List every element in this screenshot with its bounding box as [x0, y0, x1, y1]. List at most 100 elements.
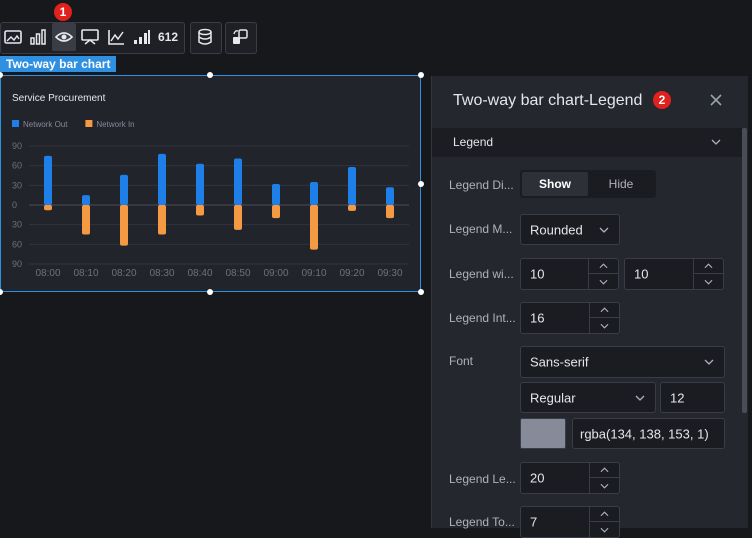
font-family-select[interactable]: Sans-serif [520, 346, 725, 378]
bar [196, 163, 204, 205]
x-tick-label: 08:10 [73, 268, 98, 279]
y-tick-label: 90 [12, 141, 22, 151]
legend-display-label: Legend Di... [449, 178, 514, 192]
x-tick-label: 09:10 [301, 268, 326, 279]
y-tick-label: 0 [12, 200, 17, 210]
bar [348, 205, 356, 211]
chevron-up-icon[interactable] [590, 507, 619, 522]
width-stepper-controls [588, 259, 618, 289]
bar [44, 155, 52, 205]
resize-handle-bottom-right[interactable] [418, 289, 424, 295]
x-tick-label: 08:30 [149, 268, 174, 279]
show-option[interactable]: Show [522, 172, 588, 196]
chevron-down-icon[interactable] [590, 318, 619, 333]
panel-scrollbar[interactable] [742, 128, 747, 413]
legend-left-stepper[interactable]: 20 [520, 462, 620, 494]
bar [272, 205, 280, 219]
y-tick-label: 30 [12, 220, 22, 230]
y-tick-label: 60 [12, 239, 22, 249]
chevron-up-icon[interactable] [590, 303, 619, 318]
resize-handle-bottom[interactable] [207, 289, 213, 295]
x-tick-label: 08:20 [111, 268, 136, 279]
legend-interval-stepper[interactable]: 16 [520, 302, 620, 334]
monitor-icon[interactable] [78, 23, 102, 51]
legend-mode-select[interactable]: Rounded [520, 214, 620, 245]
resize-handle-top[interactable] [207, 72, 213, 78]
step-badge-2: 2 [653, 91, 671, 109]
font-color-input[interactable]: rgba(134, 138, 153, 1) [572, 418, 725, 449]
chevron-up-icon[interactable] [590, 463, 619, 478]
chevron-down-icon [599, 227, 609, 233]
chevron-up-icon[interactable] [589, 259, 618, 274]
x-tick-label: 09:00 [263, 268, 288, 279]
y-tick-label: 30 [12, 180, 22, 190]
bar [196, 205, 204, 216]
legend-left-value: 20 [530, 470, 545, 486]
chevron-down-icon[interactable] [589, 274, 618, 289]
bar [386, 205, 394, 219]
signal-bars-icon[interactable] [130, 23, 154, 51]
chart-legend: Network Out Network In [12, 120, 135, 129]
bar [272, 184, 280, 205]
close-icon[interactable] [708, 92, 724, 108]
widget-tag[interactable]: Two-way bar chart [0, 56, 117, 72]
line-chart-icon[interactable] [104, 23, 128, 51]
left-stepper-controls [589, 463, 619, 493]
bar [310, 182, 318, 205]
bar [158, 205, 166, 235]
legend-label: Network Out [23, 120, 68, 129]
bar-chart-icon[interactable] [26, 23, 50, 51]
chart-widget[interactable]: Service Procurement Network Out Network I… [0, 75, 421, 292]
chevron-down-icon[interactable] [694, 274, 723, 289]
chart-bars [44, 153, 394, 250]
legend-height-value: 10 [634, 266, 649, 282]
bar [82, 195, 90, 205]
bar [386, 187, 394, 205]
legend-interval-value: 16 [530, 310, 545, 326]
bar [120, 174, 128, 205]
resize-handle-top-right[interactable] [418, 72, 424, 78]
two-way-bar-chart: Service Procurement Network Out Network I… [12, 93, 409, 279]
legend-top-stepper[interactable]: 7 [520, 506, 620, 538]
x-tick-label: 09:20 [339, 268, 364, 279]
section-label: Legend [453, 135, 494, 149]
x-tick-label: 08:50 [225, 268, 250, 279]
legend-width-stepper[interactable]: 10 [520, 258, 619, 290]
bar [348, 166, 356, 205]
resize-handle-right[interactable] [418, 181, 424, 187]
legend-top-label: Legend To... [449, 515, 515, 529]
font-color-swatch[interactable] [520, 418, 566, 449]
bar [234, 158, 242, 205]
font-weight-value: Regular [530, 390, 576, 405]
chevron-down-icon[interactable] [590, 522, 619, 537]
chevron-down-icon[interactable] [590, 478, 619, 493]
font-family-value: Sans-serif [530, 354, 589, 370]
database-icon[interactable] [193, 23, 217, 51]
legend-width-label: Legend wi... [449, 267, 514, 281]
interval-stepper-controls [589, 303, 619, 333]
chart-title: Service Procurement [12, 93, 106, 104]
legend-left-label: Legend Le... [449, 472, 516, 486]
bar [120, 205, 128, 246]
number-612-icon[interactable]: 612 [155, 23, 181, 51]
legend-section-header[interactable]: Legend [432, 128, 742, 157]
bar [44, 205, 52, 211]
font-size-input[interactable]: 12 [660, 382, 725, 413]
legend-swatch [12, 120, 19, 127]
legend-mode-value: Rounded [530, 222, 583, 237]
resize-handle-bottom-left[interactable] [0, 289, 3, 295]
hide-option[interactable]: Hide [588, 172, 654, 196]
font-weight-select[interactable]: Regular [520, 382, 656, 413]
image-icon[interactable] [1, 23, 25, 51]
chevron-down-icon [635, 395, 645, 401]
eye-icon[interactable] [52, 23, 76, 51]
number-612-label: 612 [157, 30, 179, 44]
step-badge-1: 1 [54, 3, 72, 21]
y-tick-label: 60 [12, 161, 22, 171]
font-label: Font [449, 354, 474, 368]
refresh-shapes-icon[interactable] [228, 23, 252, 51]
chart-grid: 90 60 30 0 30 60 90 [12, 141, 409, 269]
legend-height-stepper[interactable]: 10 [624, 258, 724, 290]
legend-mode-label: Legend M... [449, 222, 513, 236]
chevron-up-icon[interactable] [694, 259, 723, 274]
